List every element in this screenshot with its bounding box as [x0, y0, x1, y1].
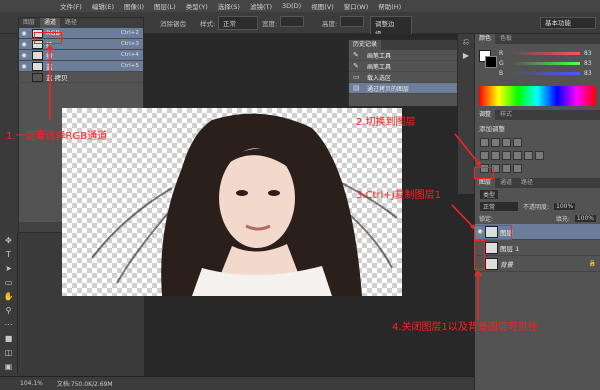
- photoshop-window: 文件(F) 编辑(E) 图像(I) 图层(L) 类型(Y) 选择(S) 滤镜(T…: [0, 0, 600, 390]
- annotation-step-4: 4.关闭图层1以及背景图层可见性: [392, 322, 538, 333]
- annotation-step-1: 1.一定要选择RGB通道: [6, 131, 108, 142]
- annotation-step-3: 3.Ctrl+J复制图层1: [356, 190, 442, 201]
- annotation-step-2: 2.切换到图层: [356, 117, 416, 128]
